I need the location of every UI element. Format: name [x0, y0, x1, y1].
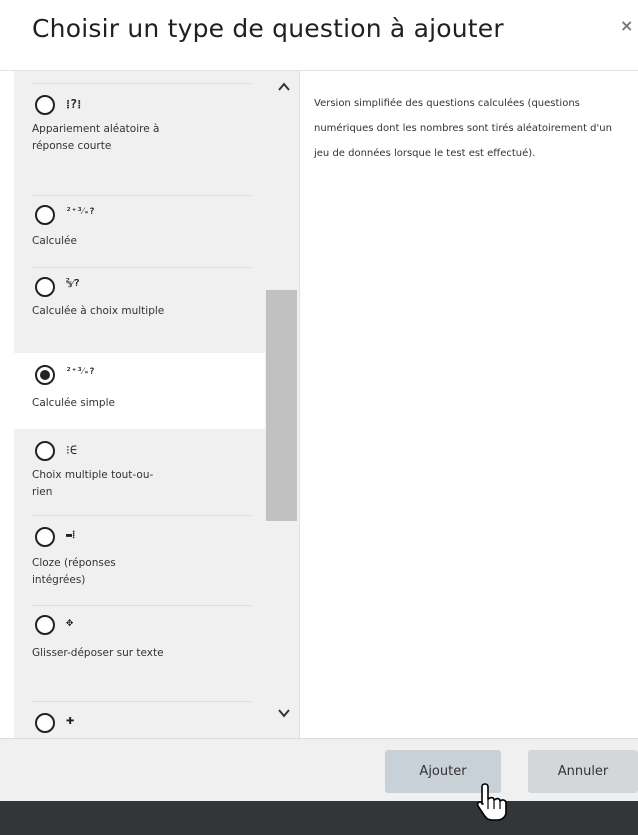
- question-type-label: Calculée à choix multiple: [32, 305, 165, 317]
- radio-button[interactable]: [35, 205, 55, 225]
- calculated-simple-icon: ²⁺³⁄₌?: [66, 367, 95, 377]
- chevron-up-icon[interactable]: [278, 81, 290, 93]
- hand-pointer-cursor-icon: [476, 783, 507, 821]
- dialog-title: Choisir un type de question à ajouter: [32, 14, 504, 43]
- question-type-item[interactable]: ⁝∈ Choix multiple tout-ou-rien: [14, 429, 265, 515]
- list-scrollbar[interactable]: [265, 71, 300, 738]
- drag-drop-image-icon: ✚: [66, 712, 75, 728]
- chevron-down-icon[interactable]: [278, 707, 290, 719]
- question-type-label: Calculée: [32, 235, 77, 247]
- question-type-item[interactable]: ⅔⁄? Calculée à choix multiple: [14, 267, 265, 353]
- question-type-item-selected[interactable]: ²⁺³⁄₌? Calculée simple: [14, 353, 265, 429]
- question-type-label: Choix multiple tout-ou-rien: [32, 469, 154, 498]
- radio-button[interactable]: [35, 527, 55, 547]
- cancel-button[interactable]: Annuler: [528, 750, 638, 793]
- close-icon[interactable]: ×: [620, 18, 633, 34]
- dialog-body: ⁞?⁞ Appariement aléatoire à réponse cour…: [0, 71, 638, 738]
- cloze-icon: ▬⁞: [66, 530, 76, 541]
- question-type-label: Calculée simple: [32, 397, 115, 409]
- radio-button[interactable]: [35, 277, 55, 297]
- dialog-header: Choisir un type de question à ajouter ×: [0, 0, 638, 71]
- radio-button[interactable]: [35, 713, 55, 733]
- question-type-item[interactable]: ²⁺³⁄₌? Calculée: [14, 195, 265, 267]
- multichoice-all-or-nothing-icon: ⁝∈: [66, 443, 78, 457]
- calculated-icon: ²⁺³⁄₌?: [66, 207, 95, 217]
- item-divider: [32, 83, 251, 84]
- question-type-description: Version simplifiée des questions calculé…: [314, 98, 612, 159]
- radio-button[interactable]: [35, 615, 55, 635]
- item-divider: [32, 605, 251, 606]
- question-type-list[interactable]: ⁞?⁞ Appariement aléatoire à réponse cour…: [14, 71, 265, 738]
- question-type-item[interactable]: ✥ Glisser-déposer sur texte: [14, 605, 265, 701]
- item-divider: [32, 267, 251, 268]
- page-bottom-bar: [0, 801, 638, 835]
- item-divider: [32, 701, 251, 702]
- question-type-item[interactable]: ✚: [14, 701, 265, 738]
- drag-drop-text-icon: ✥: [66, 615, 74, 629]
- calculated-multichoice-icon: ⅔⁄?: [66, 278, 80, 289]
- question-type-item[interactable]: ▬⁞ Cloze (réponses intégrées): [14, 515, 265, 605]
- question-type-label: Cloze (réponses intégrées): [32, 557, 116, 586]
- item-divider: [32, 515, 251, 516]
- question-type-item[interactable]: ⁞?⁞ Appariement aléatoire à réponse cour…: [14, 83, 265, 195]
- scrollbar-thumb[interactable]: [266, 290, 297, 521]
- question-type-label: Glisser-déposer sur texte: [32, 647, 164, 659]
- radio-button[interactable]: [35, 441, 55, 461]
- random-shortanswer-match-icon: ⁞?⁞: [66, 97, 82, 111]
- radio-button-checked[interactable]: [35, 365, 55, 385]
- dialog-footer: Ajouter Annuler: [0, 738, 638, 802]
- radio-button[interactable]: [35, 95, 55, 115]
- question-type-label: Appariement aléatoire à réponse courte: [32, 123, 160, 152]
- item-divider: [32, 195, 251, 196]
